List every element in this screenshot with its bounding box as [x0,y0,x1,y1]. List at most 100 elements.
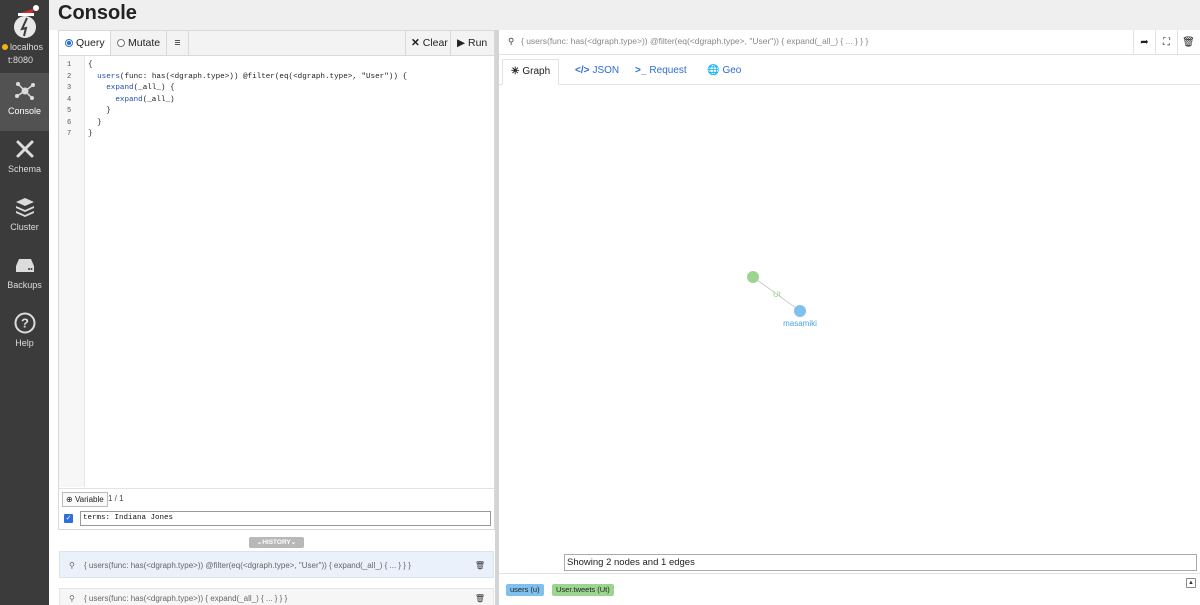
line-number: 1 [67,61,72,69]
chevron-down-icon: ⌄ [290,539,297,546]
tab-graph[interactable]: ✳ Graph [502,59,560,85]
history-item[interactable]: ⚲ { users(func: has(<dgraph.type>)) @fil… [59,551,494,578]
code-icon: </> [575,65,590,76]
code-line: { [88,61,93,69]
tab-label: Geo [722,65,742,76]
globe-icon: 🌐 [707,65,720,76]
sidebar-item-label: Console [7,106,42,116]
clear-button[interactable]: ✕ Clear [405,31,450,55]
terminal-icon: >_ [635,65,647,76]
run-label: Run [468,37,488,49]
variable-count: 1 / 1 [108,494,124,503]
server-host-part2: t:8080 [8,55,34,65]
radio-empty-icon [117,38,125,47]
sidebar: localhos t:8080 Console Schema Cluster B… [0,0,49,605]
graph-nodes-icon [14,82,35,100]
format-options-button[interactable]: ≡ [167,31,189,55]
code-line: users(func: has(<dgraph.type>)) @filter(… [97,72,408,81]
sidebar-item-cluster[interactable]: Cluster [0,189,49,247]
close-icon: ✕ [411,37,420,49]
variable-entry: ✓ terms: Indiana Jones [59,509,494,530]
history-item[interactable]: ⚲ { users(func: has(<dgraph.type>)) { ex… [59,588,494,605]
code-line: } [88,130,93,138]
add-variable-button[interactable]: ⊕ Variable [62,492,108,507]
variable-enabled-checkbox[interactable]: ✓ [64,514,73,523]
results-query-text[interactable]: { users(func: has(<dgraph.type>)) @filte… [521,36,868,46]
layers-icon [15,198,34,217]
line-number: 4 [67,95,72,104]
server-host-part1: localhos [10,42,44,52]
question-icon: ? [14,312,35,334]
page-title: Console [58,2,137,24]
tab-geo[interactable]: 🌐 Geo [699,59,749,85]
plus-circle-icon: ⊕ [66,495,73,504]
sidebar-item-help[interactable]: ? Help [0,305,49,363]
dgraph-logo-icon[interactable] [8,3,42,39]
results-header: ⚲ { users(func: has(<dgraph.type>)) @fil… [499,30,1200,55]
graph-status: Showing 2 nodes and 1 edges [564,554,1197,571]
tools-icon [16,140,33,158]
play-icon: ▶ [457,37,466,49]
share-arrow-icon: ➦ [1140,37,1149,48]
editor-toolbar: Query Mutate ≡ ✕ Clear ▶ Run [59,31,494,56]
mode-mutate-label: Mutate [128,37,161,49]
history-query-text: { users(func: has(<dgraph.type>)) @filte… [84,561,411,570]
search-icon: ⚲ [69,561,75,570]
query-editor-panel: Query Mutate ≡ ✕ Clear ▶ Run 1 2 3 4 5 6… [58,30,495,530]
line-number: 3 [67,84,72,92]
fullscreen-button[interactable]: ⛶ [1155,30,1177,55]
svg-text:?: ? [21,316,29,331]
line-number: 2 [67,72,72,81]
code-editor[interactable]: 1 2 3 4 5 6 7 { users(func: has(<dgraph.… [59,56,494,487]
code-line: } [88,118,102,127]
tab-request[interactable]: >_ Request [627,59,695,85]
code-line: expand(_all_) { [106,84,175,92]
add-variable-label: Variable [74,495,104,504]
page-header: Console [49,0,1200,30]
graph-legend: users (u) User.tweets (Ut) ▲ [499,573,1200,605]
legend-item[interactable]: users (u) [506,584,544,596]
variable-input[interactable]: terms: Indiana Jones [80,511,491,526]
graph-node-tweet[interactable] [747,271,759,283]
search-icon: ⚲ [69,594,75,603]
legend-item[interactable]: User.tweets (Ut) [552,584,614,596]
trash-icon[interactable]: 🗑 [475,589,485,605]
mode-mutate-radio[interactable]: Mutate [111,31,167,55]
mode-query-label: Query [76,37,105,49]
radio-selected-icon [65,38,73,47]
line-number: 5 [67,107,72,115]
run-button[interactable]: ▶ Run [450,31,494,55]
tab-label: Request [649,65,687,76]
mode-query-radio[interactable]: Query [59,31,111,55]
graph-canvas[interactable]: Ut masamiki [499,86,1200,573]
search-icon: ⚲ [508,36,515,46]
trash-icon[interactable]: 🗑 [475,552,485,579]
tab-label: JSON [592,65,620,76]
graph-svg[interactable]: Ut masamiki [499,86,1200,573]
share-button[interactable]: ➦ [1133,30,1155,55]
line-number: 7 [67,130,72,138]
history-label: HISTORY [262,539,291,546]
sidebar-item-schema[interactable]: Schema [0,131,49,189]
collapse-legend-icon[interactable]: ▲ [1186,578,1196,588]
sidebar-item-label: Schema [7,164,42,174]
sidebar-item-label: Help [15,338,34,348]
variables-row: ⊕ Variable 1 / 1 [59,488,494,509]
result-tabs: ✳ Graph </> JSON >_ Request 🌐 Geo [499,56,1200,85]
server-address[interactable]: localhos t:8080 [2,41,49,67]
menu-lines-icon: ≡ [174,37,181,49]
code-line: expand(_all_) [115,95,175,104]
sidebar-item-label: Backups [7,280,42,290]
code-line: } [88,107,111,115]
delete-frame-button[interactable]: 🗑 [1177,30,1199,55]
app-root: localhos t:8080 Console Schema Cluster B… [0,0,1200,605]
sidebar-item-console[interactable]: Console [0,73,49,131]
sidebar-item-backups[interactable]: Backups [0,247,49,305]
drive-icon [15,259,34,272]
line-number: 6 [67,118,72,127]
graph-node-user[interactable] [794,305,806,317]
clear-label: Clear [422,37,448,49]
tab-json[interactable]: </> JSON [567,59,627,85]
history-toggle[interactable]: ⌄HISTORY⌄ [249,537,304,548]
sidebar-item-label: Cluster [10,222,39,232]
